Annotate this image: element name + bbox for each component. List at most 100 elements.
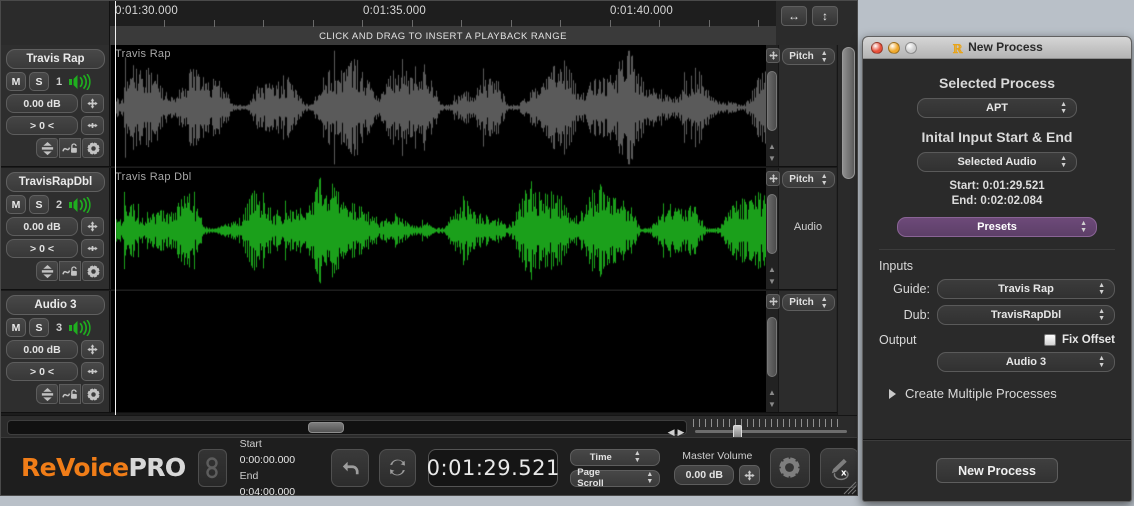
track-gain-stepper[interactable] — [81, 94, 104, 113]
mute-button[interactable]: M — [6, 195, 26, 214]
track-vscroll-thumb[interactable] — [767, 317, 777, 377]
fix-offset-group[interactable]: Fix Offset — [1044, 334, 1115, 346]
fix-offset-checkbox[interactable] — [1044, 334, 1056, 346]
track-pan-value[interactable]: > 0 < — [6, 116, 78, 135]
ruler-tick — [263, 20, 264, 27]
vertical-zoom-icon[interactable]: ↕ — [812, 6, 838, 26]
plus-horizontal-icon — [86, 242, 99, 255]
scroll-down-icon[interactable]: ▼ — [767, 153, 777, 164]
track-pan-stepper[interactable] — [81, 116, 104, 135]
tracks-vertical-scroll-thumb[interactable] — [842, 47, 855, 179]
track-pan-stepper[interactable] — [81, 362, 104, 381]
track-height-icon — [40, 264, 55, 279]
presets-button[interactable]: Presets ▲▼ — [897, 217, 1097, 237]
track-vscroll-thumb[interactable] — [767, 71, 777, 131]
track-settings-button[interactable] — [82, 384, 104, 404]
time-mode-select[interactable]: Time ▲▼ — [570, 449, 660, 466]
new-process-button[interactable]: New Process — [936, 458, 1058, 483]
ruler-tick — [214, 20, 215, 27]
track-name-button[interactable]: Audio 3 — [6, 295, 105, 315]
track-pan-value[interactable]: > 0 < — [6, 362, 78, 381]
input-range-select[interactable]: Selected Audio ▲▼ — [917, 152, 1077, 172]
track-gain-value[interactable]: 0.00 dB — [6, 94, 78, 113]
time-mode-value: Time — [590, 452, 612, 463]
track-vertical-scrollbar-1[interactable]: ▲ ▼ — [766, 45, 778, 166]
timeline-horizontal-scrollbar[interactable]: ◀ ▶ — [7, 420, 687, 435]
link-toggle-button[interactable] — [198, 449, 227, 487]
track-vertical-scrollbar-2[interactable]: ▲ ▼ — [766, 168, 778, 289]
mute-button[interactable]: M — [6, 318, 26, 337]
guide-select[interactable]: Travis Rap ▲▼ — [937, 279, 1115, 299]
timecode-display[interactable]: 0:01:29.521 — [428, 449, 558, 487]
track-height-button[interactable] — [36, 138, 58, 158]
solo-button[interactable]: S — [29, 318, 49, 337]
track-vertical-scrollbar-3[interactable]: ▲ ▼ — [766, 291, 778, 412]
playback-range-strip[interactable]: CLICK AND DRAG TO INSERT A PLAYBACK RANG… — [110, 27, 776, 45]
process-select[interactable]: APT ▲▼ — [917, 98, 1077, 118]
track-gain-value[interactable]: 0.00 dB — [6, 217, 78, 236]
scroll-down-icon[interactable]: ▼ — [767, 399, 777, 410]
track-settings-button[interactable] — [82, 261, 104, 281]
undo-button[interactable] — [331, 449, 368, 487]
chevron-updown-icon: ▲▼ — [1060, 101, 1067, 115]
output-select[interactable]: Audio 3 ▲▼ — [937, 352, 1115, 372]
lane-add-button[interactable] — [766, 171, 780, 186]
waveform-area-3[interactable] — [111, 291, 766, 412]
track-gain-value[interactable]: 0.00 dB — [6, 340, 78, 359]
track-settings-button[interactable] — [82, 138, 104, 158]
solo-button[interactable]: S — [29, 195, 49, 214]
pitch-lock-button[interactable] — [59, 138, 81, 158]
timeline-zoom-slider[interactable] — [693, 419, 851, 436]
dub-select[interactable]: TravisRapDbl ▲▼ — [937, 305, 1115, 325]
waveform-area-2[interactable]: Travis Rap Dbl — [111, 168, 766, 289]
settings-gear-button[interactable] — [770, 448, 809, 488]
master-volume-plus-button[interactable] — [739, 465, 760, 485]
timeline-scroll-thumb[interactable] — [308, 422, 344, 433]
ruler-time-label: 0:01:40.000 — [610, 5, 673, 17]
lane-type-select[interactable]: Pitch ▲▼ — [782, 171, 835, 188]
track-vscroll-thumb[interactable] — [767, 194, 777, 254]
dialog-titlebar[interactable]: ℝNew Process — [863, 37, 1131, 59]
track-height-button[interactable] — [36, 384, 58, 404]
track-output-speaker[interactable] — [69, 197, 91, 213]
track-name-button[interactable]: Travis Rap — [6, 49, 105, 69]
minimize-window-button[interactable] — [888, 42, 900, 54]
dialog-divider — [879, 249, 1115, 250]
mute-button[interactable]: M — [6, 72, 26, 91]
scroll-up-icon[interactable]: ▲ — [767, 387, 777, 398]
track-output-speaker[interactable] — [69, 320, 91, 336]
waveform-area-1[interactable]: Travis Rap — [111, 45, 766, 166]
lane-type-select[interactable]: Pitch ▲▼ — [782, 294, 835, 311]
maximize-window-button[interactable] — [905, 42, 917, 54]
track-pan-stepper[interactable] — [81, 239, 104, 258]
track-height-button[interactable] — [36, 261, 58, 281]
pitch-lock-button[interactable] — [59, 384, 81, 404]
scroll-up-icon[interactable]: ▲ — [767, 264, 777, 275]
horizontal-zoom-icon[interactable]: ↔ — [781, 6, 807, 26]
chevron-updown-icon: ▲▼ — [646, 471, 653, 485]
scroll-down-icon[interactable]: ▼ — [767, 276, 777, 287]
solo-button[interactable]: S — [29, 72, 49, 91]
track-gain-stepper[interactable] — [81, 217, 104, 236]
close-window-button[interactable] — [871, 42, 883, 54]
track-pan-value[interactable]: > 0 < — [6, 239, 78, 258]
pitch-lock-button[interactable] — [59, 261, 81, 281]
timeline-ruler-row: 0:01:30.000 0:01:35.000 0:01:40.000 — [1, 1, 858, 45]
track-output-speaker[interactable] — [69, 74, 91, 90]
track-gain-stepper[interactable] — [81, 340, 104, 359]
speaker-icon — [69, 320, 91, 336]
tracks-vertical-scrollbar[interactable] — [837, 45, 858, 415]
track-lane-panel-1: Pitch ▲▼ — [778, 45, 836, 166]
master-volume-value[interactable]: 0.00 dB — [674, 465, 734, 485]
create-multiple-disclosure[interactable]: Create Multiple Processes — [889, 386, 1115, 401]
scroll-up-icon[interactable]: ▲ — [767, 141, 777, 152]
scroll-mode-select[interactable]: Page Scroll ▲▼ — [570, 470, 660, 487]
lane-add-button[interactable] — [766, 294, 780, 309]
lane-type-select[interactable]: Pitch ▲▼ — [782, 48, 835, 65]
timeline-ruler[interactable]: 0:01:30.000 0:01:35.000 0:01:40.000 — [110, 1, 776, 27]
loop-button[interactable] — [379, 449, 416, 487]
track-name-button[interactable]: TravisRapDbl — [6, 172, 105, 192]
lane-add-button[interactable] — [766, 48, 780, 63]
window-resize-grip[interactable] — [843, 481, 857, 495]
lane-type-value: Pitch — [789, 297, 813, 308]
